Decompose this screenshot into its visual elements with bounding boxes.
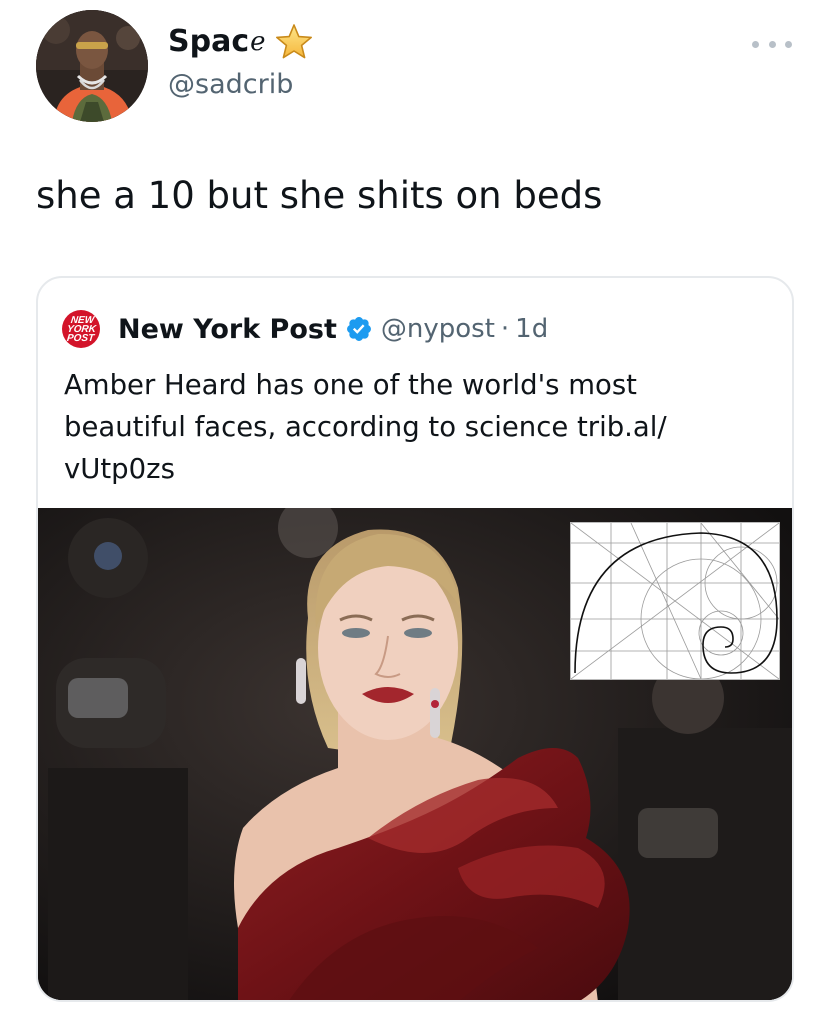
author-avatar[interactable] — [36, 10, 148, 122]
golden-ratio-overlay — [570, 522, 780, 680]
more-dots-icon — [785, 40, 792, 48]
meta-separator: · — [500, 314, 510, 344]
quoted-text-line: beautiful faces, according to science tr… — [64, 411, 667, 443]
more-dots-icon — [752, 40, 759, 48]
avatar-photo — [36, 10, 148, 122]
nypost-logo-icon[interactable]: NEW YORK POST — [62, 310, 100, 348]
more-options-button[interactable] — [752, 34, 792, 54]
quoted-tweet-text: Amber Heard has one of the world's most … — [64, 364, 764, 490]
quoted-author-name[interactable]: New York Post — [118, 314, 337, 345]
author-block[interactable]: Spac e @sadcrib — [168, 22, 314, 102]
logo-word: POST — [65, 332, 95, 344]
quoted-author-handle[interactable]: @nypost — [381, 314, 495, 344]
quoted-text-line: vUtp0zs — [64, 453, 175, 485]
quoted-timestamp[interactable]: 1d — [515, 314, 548, 344]
author-handle[interactable]: @sadcrib — [168, 68, 314, 102]
author-display-name[interactable]: Spac e — [168, 22, 314, 62]
tweet-text: she a 10 but she shits on beds — [36, 174, 603, 217]
more-dots-icon — [768, 40, 776, 48]
display-name-suffix: e — [250, 27, 266, 57]
display-name-text: Spac — [168, 24, 250, 59]
verified-badge-icon — [345, 315, 373, 343]
quoted-tweet-header: NEW YORK POST New York Post @nypost · 1d — [62, 308, 548, 350]
quoted-text-line: Amber Heard has one of the world's most — [64, 369, 637, 401]
quoted-tweet-card[interactable]: NEW YORK POST New York Post @nypost · 1d A… — [36, 276, 794, 1002]
star-icon — [274, 23, 314, 61]
nypost-logo-text: NEW YORK POST — [65, 315, 97, 344]
quoted-tweet-media[interactable] — [38, 508, 792, 1000]
